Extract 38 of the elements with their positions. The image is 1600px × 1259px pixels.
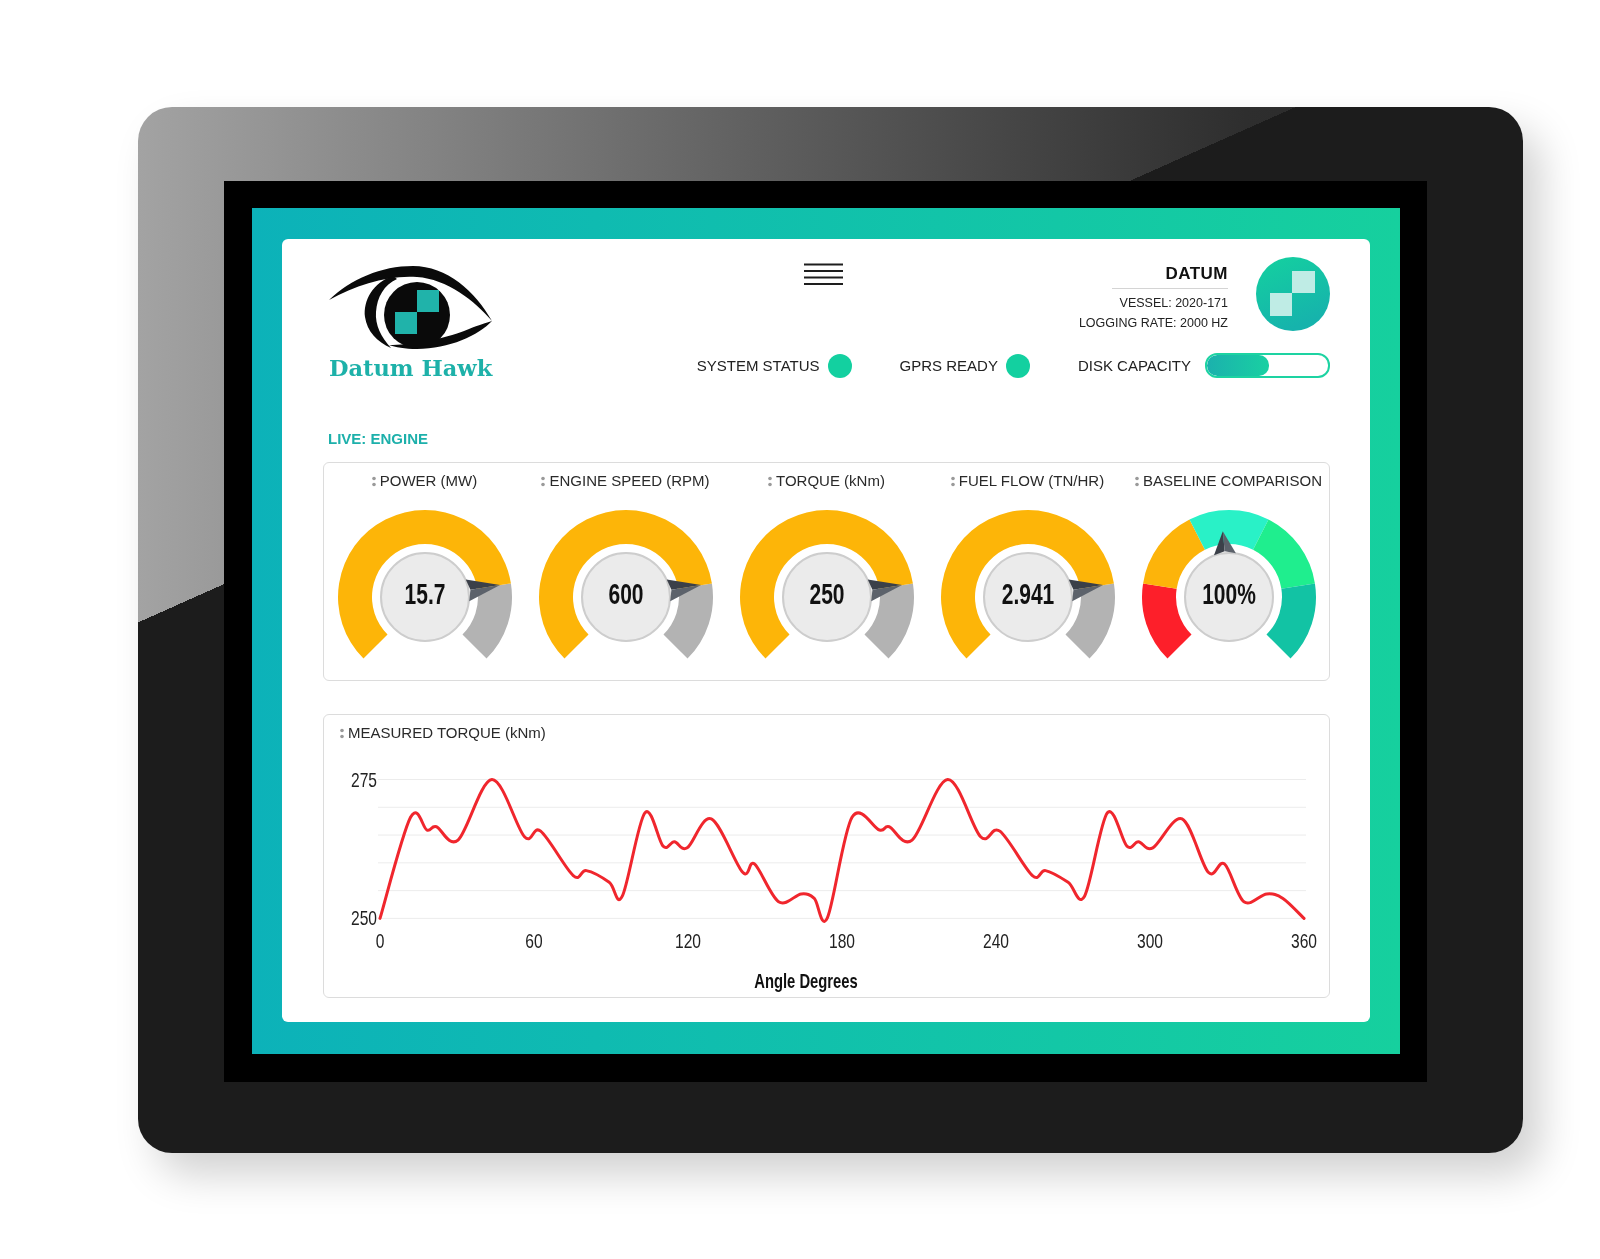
x-tick-label: 0 [375,930,385,953]
gauge-value: 15.7 [404,577,445,610]
gauge-value: 600 [608,577,643,610]
x-tick-label: 60 [525,930,543,953]
chart-title: MEASURED TORQUE (kNm) [348,724,546,742]
status-label: SYSTEM STATUS [696,356,820,375]
drag-handle-icon[interactable] [768,475,773,487]
gauge-value: 100% [1201,577,1256,610]
gauge-value: 2.941 [1001,577,1054,610]
gauge-label: POWER (MW) [379,472,478,490]
header-title: DATUM [1164,264,1228,284]
header-detail: LOGGING RATE: 2000 HZ [1078,315,1228,332]
x-tick-label: 120 [675,930,701,953]
status-label: GPRS READY [899,356,998,375]
menu-icon[interactable] [804,263,844,286]
gauge-label: ENGINE SPEED (RPM) [549,472,710,490]
y-tick-label: 250 [351,907,377,930]
drag-handle-icon[interactable] [541,475,546,487]
x-tick-label: 240 [983,930,1009,953]
header-detail: VESSEL: 2020-171 [1118,295,1228,312]
x-tick-label: 180 [829,930,855,953]
drag-handle-icon[interactable] [950,475,955,487]
datum-logo-icon [1256,257,1330,331]
gauge-label: FUEL FLOW (TN/HR) [958,472,1105,490]
drag-handle-icon[interactable] [371,475,376,487]
gauge-value: 250 [809,577,844,610]
drag-handle-icon[interactable] [340,727,344,739]
gauge-label: BASELINE COMPARISON [1143,472,1322,490]
brand-name: Datum Hawk [329,354,493,383]
drag-handle-icon[interactable] [1135,475,1140,487]
x-axis-title: Angle Degrees [754,969,858,993]
eye-logo-icon [329,265,492,349]
section-title: LIVE: ENGINE [328,430,429,448]
y-tick-label: 275 [351,768,377,791]
x-tick-label: 360 [1291,930,1317,953]
status-label: DISK CAPACITY [1077,356,1191,375]
gauge-label: TORQUE (kNm) [776,472,885,490]
x-tick-label: 300 [1137,930,1163,953]
